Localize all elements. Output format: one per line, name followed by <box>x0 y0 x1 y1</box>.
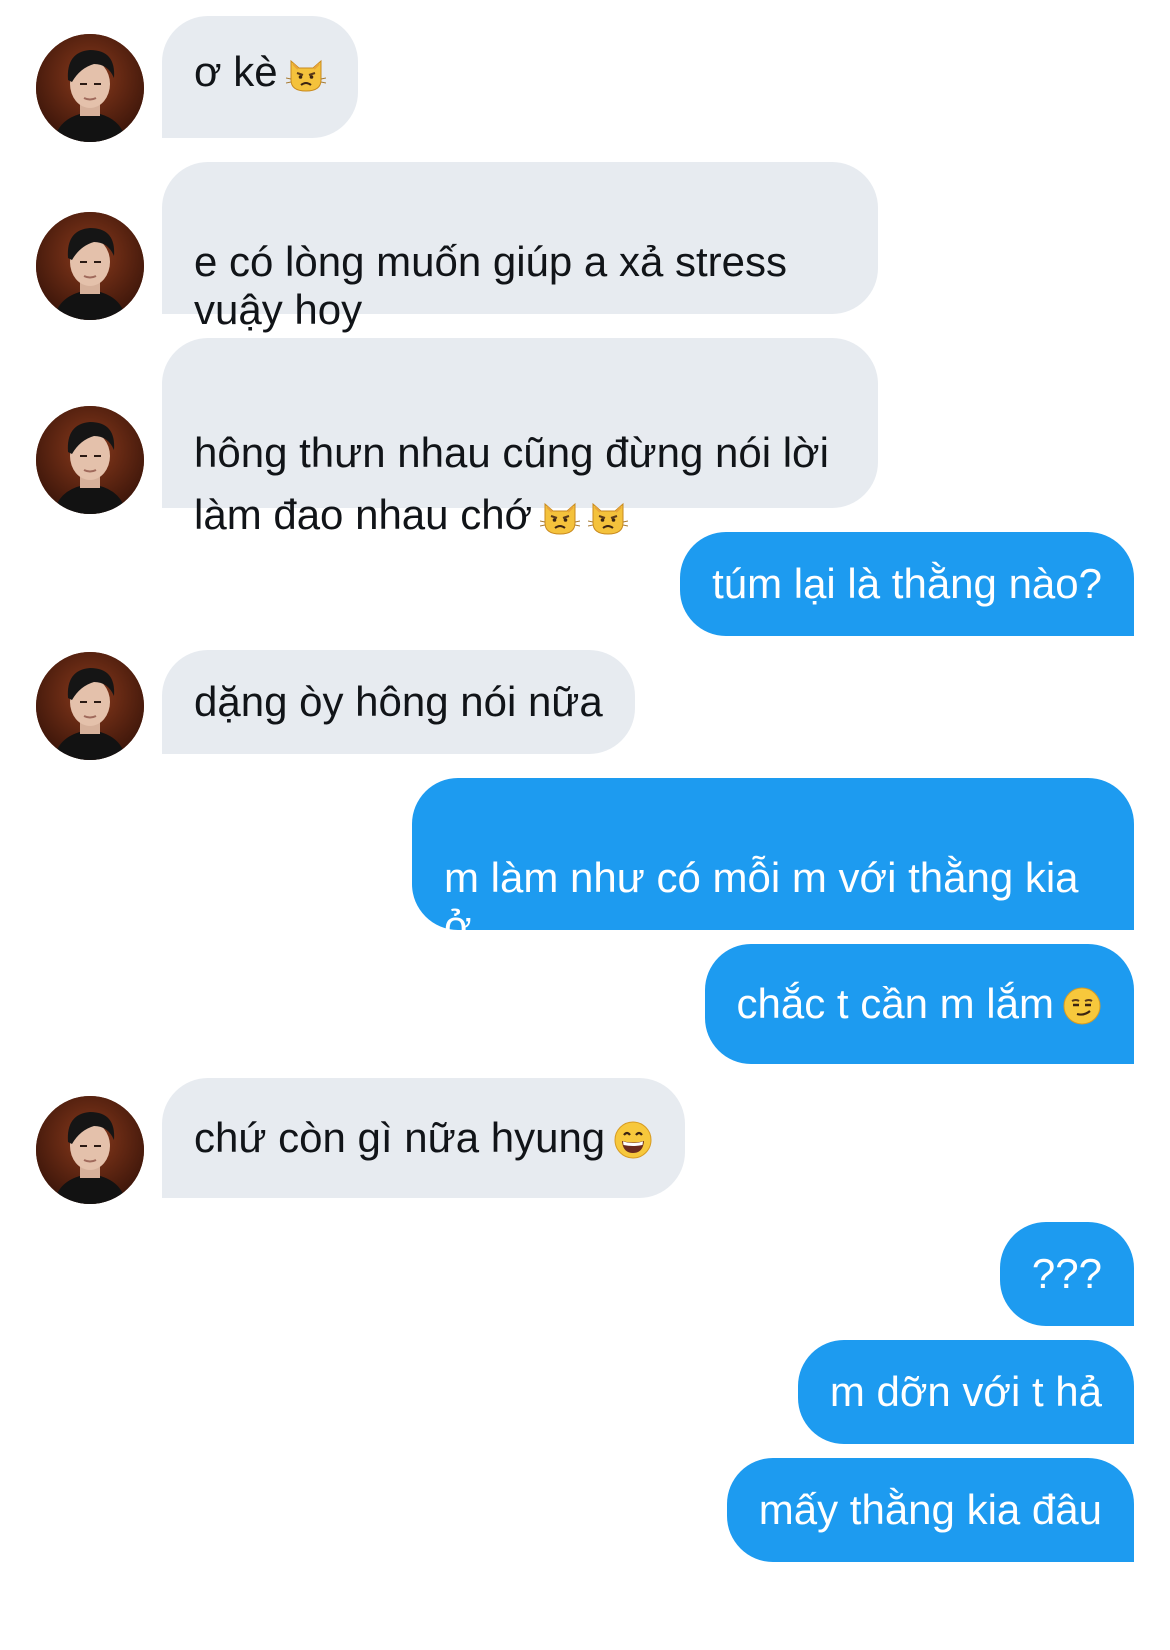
message-text: chắc t cần m lắm <box>736 980 1054 1027</box>
message-text: m dỡn với t hả <box>829 1368 1102 1415</box>
outgoing-message-bubble[interactable]: m làm như có mỗi m với thằng kia ở ktx v… <box>412 778 1134 997</box>
smirking-face-icon <box>1062 986 1102 1026</box>
outgoing-message-bubble[interactable]: mấy thằng kia đâu <box>726 1458 1134 1562</box>
pouting-cat-icon <box>540 497 580 537</box>
pouting-cat-icon <box>588 497 628 537</box>
avatar-image <box>36 652 144 760</box>
contact-avatar[interactable] <box>36 1096 144 1204</box>
outgoing-message-bubble[interactable]: m dỡn với t hả <box>797 1340 1134 1444</box>
message-text: túm lại là thằng nào? <box>712 560 1102 607</box>
outgoing-message-bubble[interactable]: ??? <box>999 1222 1134 1326</box>
avatar-image <box>36 212 144 320</box>
message-text: chứ còn gì nữa hyung <box>194 1114 606 1161</box>
outgoing-message-bubble[interactable]: chắc t cần m lắm <box>704 944 1134 1064</box>
contact-avatar[interactable] <box>36 212 144 320</box>
grinning-face-icon <box>613 1120 653 1160</box>
message-text: hông thưn nhau cũng đừng nói lời làm đao… <box>194 429 829 538</box>
incoming-message-bubble[interactable]: hông thưn nhau cũng đừng nói lời làm đao… <box>162 338 878 538</box>
message-text: ??? <box>1031 1250 1102 1297</box>
avatar-image <box>36 1096 144 1204</box>
avatar-image <box>36 34 144 142</box>
incoming-message-bubble[interactable]: chứ còn gì nữa hyung <box>162 1078 686 1198</box>
incoming-message-bubble[interactable]: dặng òy hông nói nữa <box>162 650 635 754</box>
message-text: ơ kè <box>194 48 278 95</box>
avatar-image <box>36 406 144 514</box>
pouting-cat-icon <box>286 54 326 94</box>
message-text: e có lòng muốn giúp a xả stress vuậy hoy <box>194 238 788 333</box>
contact-avatar[interactable] <box>36 34 144 142</box>
contact-avatar[interactable] <box>36 406 144 514</box>
outgoing-message-bubble[interactable]: túm lại là thằng nào? <box>680 532 1134 636</box>
message-text: mấy thằng kia đâu <box>758 1486 1102 1533</box>
contact-avatar[interactable] <box>36 652 144 760</box>
incoming-message-bubble[interactable]: e có lòng muốn giúp a xả stress vuậy hoy <box>162 162 878 333</box>
incoming-message-bubble[interactable]: ơ kè <box>162 16 358 138</box>
message-text: dặng òy hông nói nữa <box>194 678 603 725</box>
